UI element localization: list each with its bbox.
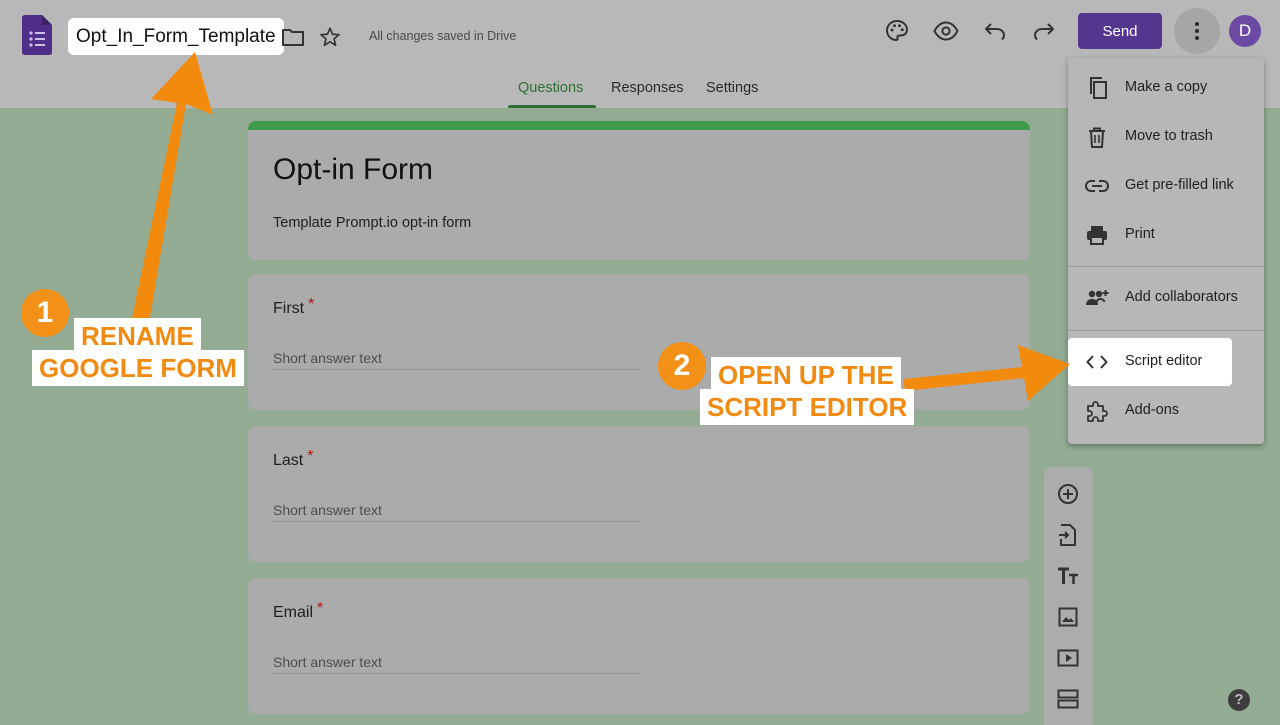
menu-divider bbox=[1068, 330, 1264, 331]
menu-item-label: Get pre-filled link bbox=[1125, 177, 1234, 193]
required-asterisk: * bbox=[307, 448, 314, 465]
help-icon[interactable]: ? bbox=[1228, 689, 1250, 711]
active-tab-indicator bbox=[508, 105, 596, 108]
required-asterisk: * bbox=[317, 600, 324, 617]
step-1-badge: 1 bbox=[21, 289, 69, 337]
puzzle-icon bbox=[1085, 399, 1109, 423]
star-icon[interactable] bbox=[317, 24, 343, 50]
menu-item-label: Add-ons bbox=[1125, 402, 1180, 418]
form-title[interactable]: Opt-in Form bbox=[273, 153, 433, 187]
more-options-menu: Make a copy Move to trash Get pre-filled… bbox=[1068, 58, 1264, 444]
form-title-card[interactable]: Opt-in Form Template Prompt.io opt-in fo… bbox=[248, 121, 1030, 260]
menu-item-add-ons[interactable]: Add-ons bbox=[1068, 387, 1264, 435]
form-description[interactable]: Template Prompt.io opt-in form bbox=[273, 215, 471, 231]
tab-settings[interactable]: Settings bbox=[706, 80, 758, 96]
menu-item-print[interactable]: Print bbox=[1068, 211, 1264, 259]
link-icon bbox=[1085, 174, 1109, 198]
step-2-badge: 2 bbox=[658, 342, 706, 390]
step-1-callout-line1: RENAME bbox=[74, 318, 201, 354]
add-people-icon bbox=[1085, 286, 1109, 310]
more-options-button[interactable] bbox=[1174, 8, 1220, 54]
title-card-accent-band bbox=[248, 121, 1030, 130]
step-1-callout-line2: GOOGLE FORM bbox=[32, 350, 244, 386]
folder-icon[interactable] bbox=[280, 24, 306, 50]
forms-logo-icon[interactable] bbox=[22, 15, 52, 55]
short-answer-field[interactable] bbox=[273, 346, 640, 370]
section-icon[interactable] bbox=[1056, 687, 1080, 711]
send-button[interactable]: Send bbox=[1078, 13, 1162, 49]
redo-icon[interactable] bbox=[1031, 18, 1057, 44]
trash-icon bbox=[1085, 125, 1109, 149]
code-icon bbox=[1085, 350, 1109, 374]
short-answer-field[interactable] bbox=[273, 498, 640, 522]
question-title[interactable]: First * bbox=[273, 296, 314, 318]
title-text-icon[interactable] bbox=[1056, 564, 1080, 588]
question-card-last[interactable]: Last * bbox=[248, 426, 1030, 562]
save-status-text: All changes saved in Drive bbox=[369, 29, 517, 43]
menu-item-make-copy[interactable]: Make a copy bbox=[1068, 64, 1264, 112]
question-title[interactable]: Last * bbox=[273, 448, 313, 470]
avatar[interactable]: D bbox=[1229, 15, 1261, 47]
video-icon[interactable] bbox=[1056, 646, 1080, 670]
menu-item-label: Make a copy bbox=[1125, 79, 1208, 95]
menu-item-label: Print bbox=[1125, 226, 1155, 242]
tab-questions[interactable]: Questions bbox=[518, 80, 583, 96]
image-icon[interactable] bbox=[1056, 605, 1080, 629]
menu-item-label: Add collaborators bbox=[1125, 289, 1238, 305]
menu-item-add-collaborators[interactable]: Add collaborators bbox=[1068, 274, 1264, 322]
undo-icon[interactable] bbox=[982, 18, 1008, 44]
menu-item-label: Move to trash bbox=[1125, 128, 1213, 144]
palette-icon[interactable] bbox=[884, 18, 910, 44]
question-card-email[interactable]: Email * bbox=[248, 578, 1030, 714]
menu-item-move-to-trash[interactable]: Move to trash bbox=[1068, 113, 1264, 161]
step-2-callout-line1: OPEN UP THE bbox=[711, 357, 901, 393]
print-icon bbox=[1085, 223, 1109, 247]
copy-icon bbox=[1085, 76, 1109, 100]
form-name-input[interactable]: Opt_In_Form_Template bbox=[68, 18, 284, 55]
menu-divider bbox=[1068, 266, 1264, 267]
menu-item-script-editor[interactable]: Script editor bbox=[1068, 338, 1232, 386]
question-side-toolbar bbox=[1044, 467, 1093, 725]
step-2-callout-line2: SCRIPT EDITOR bbox=[700, 389, 915, 425]
question-title[interactable]: Email * bbox=[273, 600, 323, 622]
menu-item-prefilled-link[interactable]: Get pre-filled link bbox=[1068, 162, 1264, 210]
more-vert-icon bbox=[1195, 22, 1199, 40]
tab-responses[interactable]: Responses bbox=[611, 80, 684, 96]
short-answer-field[interactable] bbox=[273, 650, 640, 674]
import-questions-icon[interactable] bbox=[1056, 523, 1080, 547]
required-asterisk: * bbox=[308, 296, 315, 313]
menu-item-label: Script editor bbox=[1125, 353, 1203, 369]
preview-eye-icon[interactable] bbox=[933, 18, 959, 44]
add-question-icon[interactable] bbox=[1056, 482, 1080, 506]
